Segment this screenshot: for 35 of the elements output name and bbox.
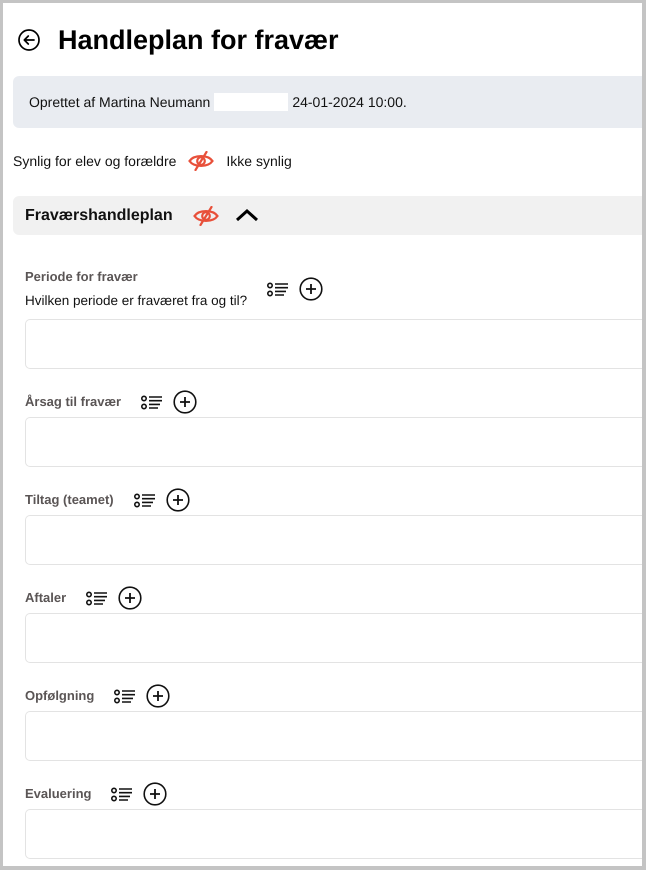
field-label: Årsag til fravær — [25, 394, 122, 410]
chevron-up-icon[interactable] — [234, 208, 259, 223]
text-area-field[interactable] — [25, 809, 642, 859]
left-arrow-circle-icon[interactable] — [18, 29, 40, 51]
bullet-list-icon[interactable] — [114, 688, 136, 704]
field-hint: Hvilken periode er fraværet fra og til? — [25, 293, 248, 309]
field-label: Evaluering — [25, 786, 92, 802]
text-area-field[interactable] — [25, 417, 642, 467]
plus-circle-icon[interactable] — [146, 684, 170, 708]
plus-circle-icon[interactable] — [118, 586, 142, 610]
field-label: Periode for fravær — [25, 269, 139, 285]
eye-slash-icon[interactable] — [188, 151, 214, 171]
bullet-list-icon[interactable] — [267, 282, 290, 296]
field-label: Aftaler — [25, 590, 66, 606]
eye-slash-icon[interactable] — [192, 206, 219, 226]
bullet-list-icon[interactable] — [111, 786, 134, 802]
field-label: Opfølgning — [25, 688, 94, 704]
text-area-field[interactable] — [25, 711, 642, 761]
bullet-list-icon[interactable] — [141, 394, 164, 410]
text-area-field[interactable] — [25, 319, 642, 369]
visibility-status: Ikke synlig — [226, 152, 292, 171]
page-title: Handleplan for fravær — [58, 24, 339, 56]
text-area-field[interactable] — [25, 613, 642, 663]
text-area-field[interactable] — [25, 515, 642, 565]
plus-circle-icon[interactable] — [166, 488, 190, 512]
field-label: Tiltag (teamet) — [25, 492, 114, 508]
plus-circle-icon[interactable] — [143, 782, 168, 806]
created-by-text: Oprettet af Martina Neumann — [29, 92, 210, 112]
created-date-text: 24-01-2024 10:00. — [292, 92, 407, 112]
bullet-list-icon[interactable] — [134, 492, 156, 508]
plus-circle-icon[interactable] — [299, 277, 324, 301]
bullet-list-icon[interactable] — [86, 590, 108, 606]
visibility-label: Synlig for elev og forældre — [13, 152, 176, 171]
plus-circle-icon[interactable] — [173, 390, 198, 414]
section-title: Fraværshandleplan — [25, 206, 173, 226]
